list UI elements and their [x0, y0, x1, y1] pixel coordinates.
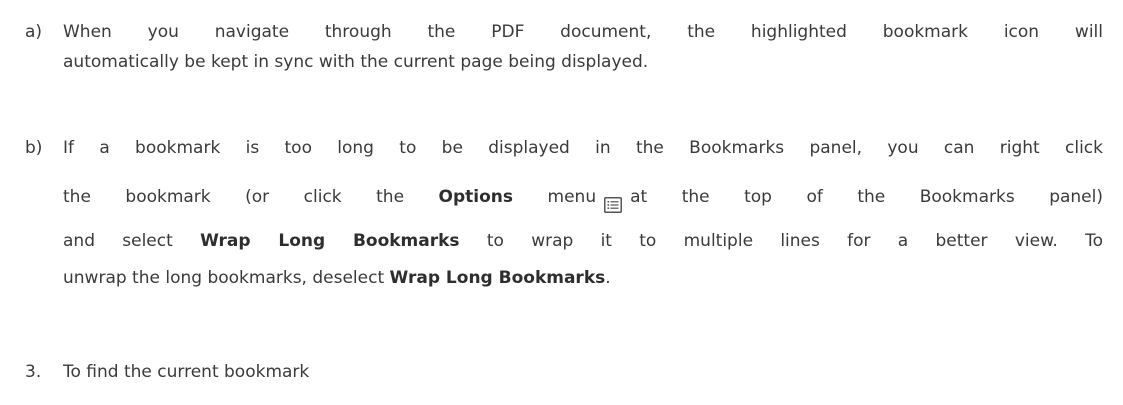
paragraph-b-line-2-mid: menu	[513, 187, 597, 207]
wrap-long-bookmarks-label-2: Wrap Long Bookmarks	[389, 268, 606, 288]
paragraph-b-line-3-post: to wrap it to multiple lines for a bette…	[459, 231, 1103, 251]
wrap-long-bookmarks-label: Wrap Long Bookmarks	[200, 231, 460, 251]
list-marker-b: b)	[25, 138, 43, 158]
paragraph-b: If a bookmark is too long to be displaye…	[63, 133, 1103, 293]
paragraph-b-line-3-pre: and select	[63, 231, 201, 251]
paragraph-b-line-2-pre: the bookmark (or click the	[63, 187, 439, 207]
list-marker-a: a)	[25, 22, 43, 42]
paragraph-a-line-1: When you navigate through the PDF docume…	[63, 22, 1103, 42]
paragraph-b-line-4-post: .	[605, 268, 611, 288]
paragraph-b-line-1: If a bookmark is too long to be displaye…	[63, 138, 1103, 158]
options-menu-icon	[604, 186, 623, 213]
options-label: Options	[438, 187, 514, 207]
paragraph-a-line-2: automatically be kept in sync with the c…	[63, 52, 649, 72]
paragraph-b-line-4-pre: unwrap the long bookmarks, deselect	[63, 268, 390, 288]
paragraph-a: When you navigate through the PDF docume…	[63, 17, 1103, 77]
paragraph-b-line-2: the bookmark (or click the Options menu a…	[63, 175, 1103, 219]
paragraph-3: To find the current bookmark	[63, 357, 1103, 387]
paragraph-b-line-3: and select Wrap Long Bookmarks to wrap i…	[63, 219, 1103, 263]
list-marker-3: 3.	[25, 362, 42, 382]
paragraph-b-line-2-post: at the top of the Bookmarks panel)	[630, 187, 1103, 207]
paragraph-b-line-4: unwrap the long bookmarks, deselect Wrap…	[63, 263, 1103, 293]
heading-find-current-bookmark: To find the current bookmark	[63, 362, 310, 382]
